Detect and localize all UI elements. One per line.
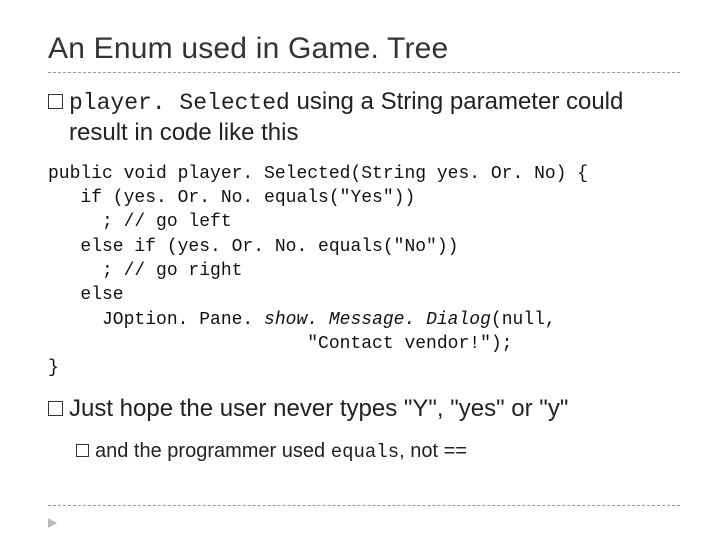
bullet-2: Just hope the user never types "Y", "yes… [48, 394, 680, 424]
triangle-icon [48, 518, 57, 528]
code-l8: "Contact vendor!"); [48, 334, 512, 354]
code-l2: if (yes. Or. No. equals("Yes")) [48, 188, 415, 208]
slide-title: An Enum used in Game. Tree [48, 32, 680, 66]
code-l9: } [48, 358, 59, 378]
title-divider [48, 72, 680, 73]
sub-c: , not == [399, 440, 467, 462]
bullet-box-icon [48, 94, 63, 109]
footer-divider [48, 505, 680, 506]
code-l7b: show. Message. Dialog [264, 310, 491, 330]
bullet-1-code: player. Selected [69, 90, 290, 116]
sub-bullet-text: and the programmer used equals, not == [95, 438, 467, 465]
bullet-1: player. Selected using a String paramete… [48, 87, 680, 148]
code-l3: ; // go left [48, 212, 232, 232]
code-l7c: (null, [491, 310, 556, 330]
slide: An Enum used in Game. Tree player. Selec… [0, 0, 720, 540]
code-l5: ; // go right [48, 261, 242, 281]
sub-bullet-1: and the programmer used equals, not == [76, 438, 680, 465]
code-block: public void player. Selected(String yes.… [48, 162, 680, 381]
bullet-box-icon [76, 444, 89, 457]
code-l4: else if (yes. Or. No. equals("No")) [48, 237, 458, 257]
code-l1: public void player. Selected(String yes.… [48, 164, 588, 184]
sub-b: equals [331, 441, 399, 463]
sub-a: and the programmer used [95, 440, 331, 462]
bullet-1-text: player. Selected using a String paramete… [69, 87, 680, 148]
bullet-2-text: Just hope the user never types "Y", "yes… [69, 394, 680, 424]
code-l7a: JOption. Pane. [48, 310, 264, 330]
code-l6: else [48, 285, 124, 305]
bullet-box-icon [48, 401, 63, 416]
